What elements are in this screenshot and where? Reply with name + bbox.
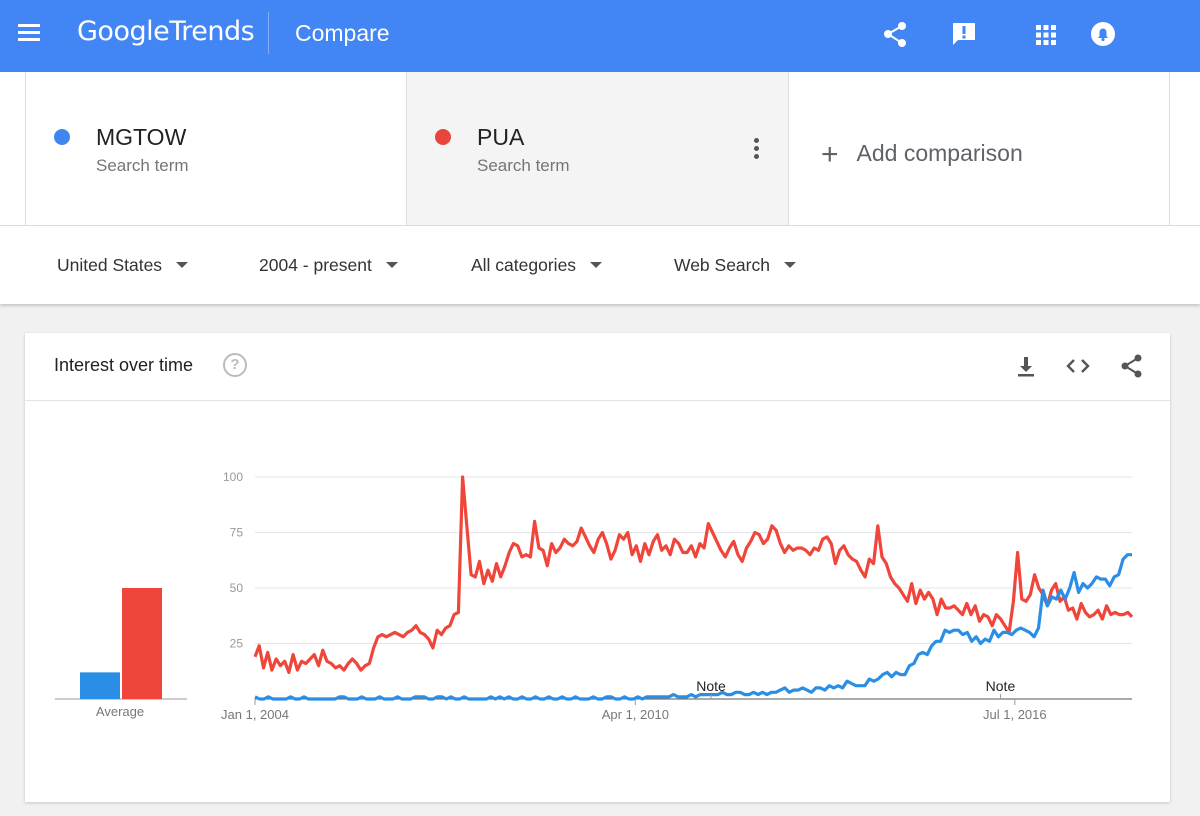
- y-tick-label: 75: [230, 526, 244, 540]
- apps-icon[interactable]: [1032, 18, 1060, 50]
- term-subtitle: Search term: [477, 156, 570, 175]
- search-terms-row: MGTOW Search term PUA Search term + Add c…: [0, 72, 1200, 226]
- average-label: Average: [96, 704, 144, 719]
- filters-bar: United States 2004 - present All categor…: [0, 226, 1200, 304]
- logo-google: Google: [77, 16, 170, 47]
- chevron-down-icon: [783, 262, 796, 268]
- add-icon: +: [821, 138, 839, 171]
- time-dropdown[interactable]: 2004 - present: [259, 255, 398, 276]
- x-tick-label: Apr 1, 2010: [602, 707, 669, 722]
- page-title: Compare: [295, 20, 390, 46]
- region-label: United States: [57, 255, 163, 275]
- x-tick-label: Jul 1, 2016: [983, 707, 1047, 722]
- search-type-dropdown[interactable]: Web Search: [674, 255, 796, 276]
- y-tick-label: 100: [223, 470, 243, 484]
- note-label: Note: [696, 678, 726, 694]
- term-color-dot: [435, 129, 451, 145]
- time-label: 2004 - present: [259, 255, 372, 275]
- notifications-icon[interactable]: [1089, 18, 1117, 50]
- category-dropdown[interactable]: All categories: [471, 255, 603, 276]
- interest-chart: 25 50 75 100 Jan 1, 2004 Apr 1, 2010 Jul 1, 20…: [55, 470, 1134, 722]
- chevron-down-icon: [590, 262, 603, 268]
- feedback-icon[interactable]: [950, 18, 978, 50]
- header-divider: [268, 12, 269, 54]
- term-subtitle: Search term: [96, 156, 189, 175]
- add-comparison-label: Add comparison: [856, 140, 1023, 166]
- term-color-dot: [54, 129, 70, 145]
- y-tick-label: 50: [230, 581, 244, 595]
- chevron-down-icon: [385, 262, 398, 268]
- average-bar-pua: [122, 588, 162, 699]
- term-card-pua[interactable]: PUA Search term: [406, 72, 788, 225]
- interest-over-time-card: Interest over time ? 25 50 75 100 Jan 1, 200…: [25, 333, 1170, 802]
- kebab-icon[interactable]: [754, 138, 760, 162]
- x-tick-label: Jan 1, 2004: [221, 707, 289, 722]
- average-bar-mgtow: [80, 672, 120, 699]
- google-trends-logo[interactable]: GoogleTrends: [77, 16, 255, 47]
- term-card-mgtow[interactable]: MGTOW Search term: [25, 72, 407, 225]
- note-label: Note: [986, 678, 1016, 694]
- share-icon[interactable]: [881, 18, 909, 50]
- chevron-down-icon: [176, 262, 189, 268]
- search-type-label: Web Search: [674, 255, 770, 275]
- category-label: All categories: [471, 255, 577, 275]
- menu-icon[interactable]: [18, 24, 42, 48]
- region-dropdown[interactable]: United States: [57, 255, 189, 276]
- y-tick-label: 25: [230, 637, 244, 651]
- term-name: MGTOW: [96, 124, 187, 150]
- logo-trends: Trends: [169, 16, 255, 47]
- term-name: PUA: [477, 124, 525, 150]
- top-app-bar: GoogleTrends Compare: [0, 0, 1200, 72]
- add-comparison-button[interactable]: + Add comparison: [788, 72, 1170, 225]
